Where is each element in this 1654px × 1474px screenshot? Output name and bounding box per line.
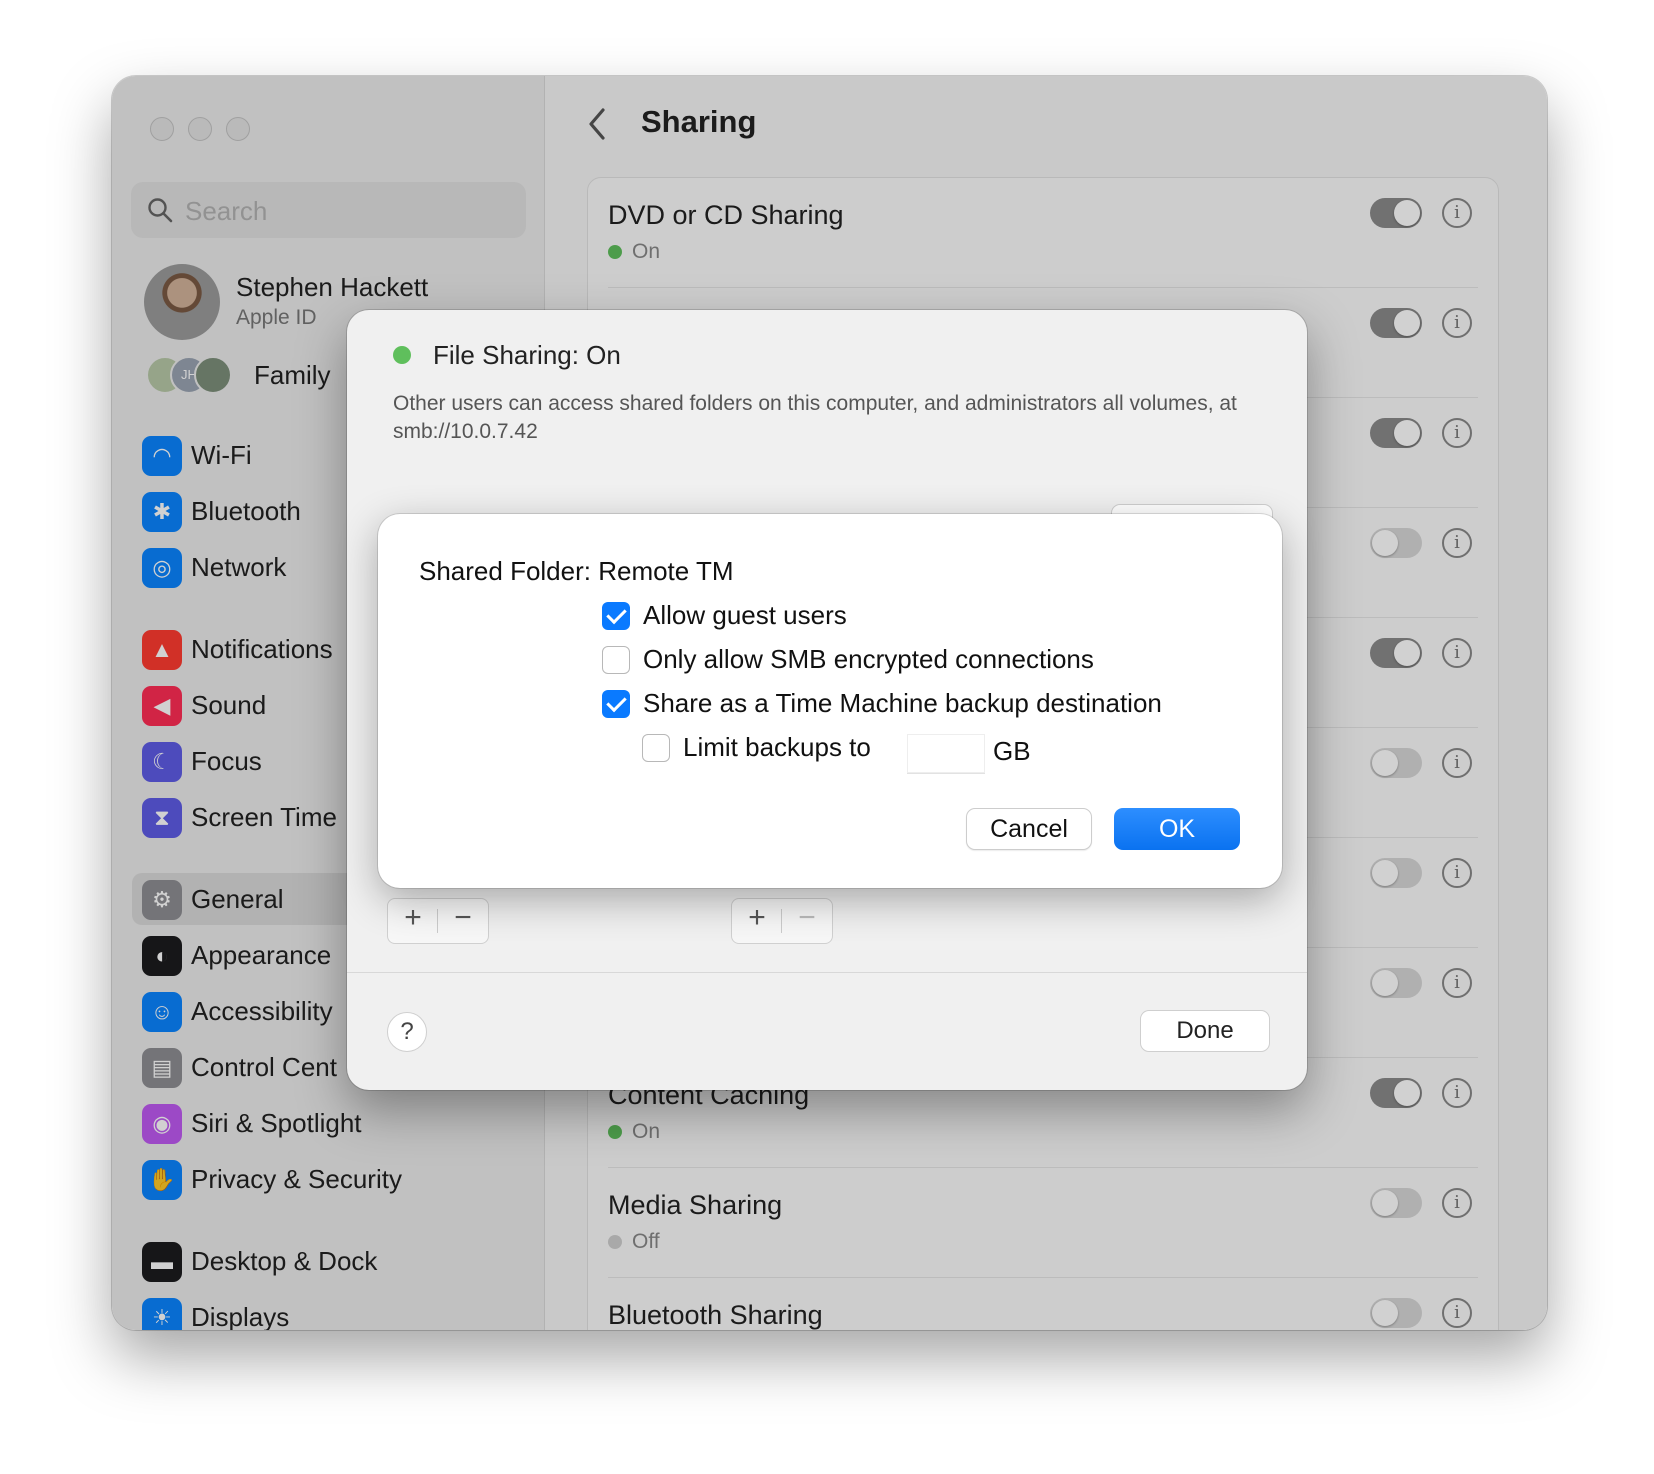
option-label: Limit backups to [683,732,871,762]
option-label: Allow guest users [643,600,847,630]
ok-button[interactable]: OK [1114,808,1240,850]
backup-limit-field[interactable] [907,734,985,774]
option-label: Share as a Time Machine backup destinati… [643,688,1162,718]
dialog-title: Shared Folder: Remote TM [419,556,734,586]
help-button[interactable]: ? [387,1012,427,1052]
option-label: Only allow SMB encrypted connections [643,644,1094,674]
time-machine-destination-checkbox[interactable] [602,690,630,718]
shared-folders-add-remove: + − [387,898,489,944]
file-sharing-status-title: File Sharing: On [433,340,621,370]
limit-backups-checkbox[interactable] [642,734,670,762]
backup-limit-unit: GB [993,736,1031,766]
remove-folder-button[interactable]: − [438,901,488,935]
remove-user-button[interactable]: − [782,901,832,935]
smb-encrypted-checkbox[interactable] [602,646,630,674]
add-user-button[interactable]: + [732,901,782,935]
status-on-indicator [393,346,411,364]
shared-folder-options-dialog: Shared Folder: Remote TM Allow guest use… [378,514,1282,888]
users-add-remove: + − [731,898,833,944]
divider [347,972,1307,973]
done-button[interactable]: Done [1140,1010,1270,1052]
add-folder-button[interactable]: + [388,901,438,935]
allow-guest-users-checkbox[interactable] [602,602,630,630]
file-sharing-description: Other users can access shared folders on… [393,392,1237,443]
cancel-button[interactable]: Cancel [966,808,1092,850]
